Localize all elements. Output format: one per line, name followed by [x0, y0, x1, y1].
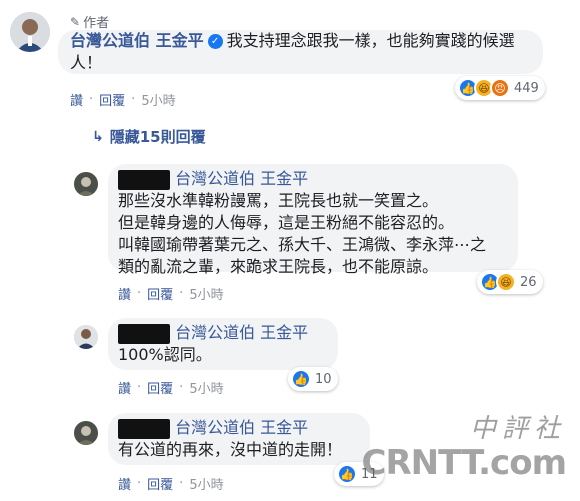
reply-reactions[interactable]: 👍 😆 26	[477, 270, 543, 294]
like-link[interactable]: 讚	[118, 378, 131, 397]
like-link[interactable]: 讚	[70, 90, 83, 109]
angry-icon: 😠	[490, 78, 510, 98]
redacted-name	[118, 418, 170, 439]
reply-link[interactable]: 回覆	[147, 284, 173, 303]
reply-line: 100%認同。	[118, 345, 212, 364]
redacted-name	[118, 323, 170, 344]
top-comment-reactions[interactable]: 👍 😆 😠 449	[455, 76, 545, 100]
reply-line: 但是韓身邊的人侮辱，這是王粉絕不能容忍的。	[118, 213, 455, 232]
author-tag: ✎ 作者	[70, 12, 110, 32]
reply-avatar[interactable]	[74, 421, 98, 445]
watermark: 中評社 CRNTT.com	[361, 408, 567, 483]
timestamp[interactable]: 5小時	[189, 378, 223, 397]
hide-replies-toggle[interactable]: ↳ 隱藏15則回覆	[92, 126, 206, 147]
reaction-count: 449	[514, 80, 539, 96]
mentioned-page-link[interactable]: 台灣公道伯 王金平	[175, 418, 308, 437]
reply-text: 台灣公道伯 王金平 那些沒水準韓粉謾罵，王院長也就一笑置之。 但是韓身邊的人侮辱…	[118, 168, 514, 278]
reply-avatar[interactable]	[74, 172, 98, 196]
reply-text: 台灣公道伯 王金平 100%認同。	[118, 322, 334, 366]
watermark-latin: CRNTT.com	[361, 443, 567, 483]
reply-actions: 讚 · 回覆 · 5小時	[118, 474, 224, 493]
reply-avatar[interactable]	[74, 325, 98, 349]
pencil-icon: ✎	[70, 14, 81, 29]
reaction-count: 10	[315, 371, 332, 387]
author-avatar[interactable]	[10, 12, 50, 52]
reply-line: 那些沒水準韓粉謾罵，王院長也就一笑置之。	[118, 191, 439, 210]
watermark-chinese: 中評社	[469, 414, 566, 444]
timestamp[interactable]: 5小時	[189, 284, 223, 303]
reply-link[interactable]: 回覆	[99, 90, 125, 109]
reply-actions: 讚 · 回覆 · 5小時	[118, 284, 224, 303]
reply-line: 有公道的再來，沒中道的走開！	[118, 440, 343, 459]
verified-badge-icon: ✓	[207, 34, 223, 49]
timestamp[interactable]: 5小時	[189, 474, 223, 493]
mentioned-page-link[interactable]: 台灣公道伯 王金平	[175, 323, 308, 342]
reply-link[interactable]: 回覆	[147, 474, 173, 493]
like-link[interactable]: 讚	[118, 284, 131, 303]
reply-actions: 讚 · 回覆 · 5小時	[118, 378, 224, 397]
author-tag-label: 作者	[83, 16, 110, 31]
like-icon: 👍	[337, 464, 357, 484]
timestamp[interactable]: 5小時	[141, 90, 175, 109]
author-name-link[interactable]: 台灣公道伯 王金平	[70, 31, 204, 50]
reply-reactions[interactable]: 👍 10	[288, 367, 338, 391]
reply-line: 叫韓國瑜帶著葉元之、孫大千、王鴻微、李永萍⋯之	[118, 235, 487, 254]
reply-text: 台灣公道伯 王金平 有公道的再來，沒中道的走開！	[118, 417, 366, 461]
reply-link[interactable]: 回覆	[147, 378, 173, 397]
reaction-count: 26	[520, 274, 537, 290]
top-comment-actions: 讚 · 回覆 · 5小時	[70, 90, 176, 109]
like-link[interactable]: 讚	[118, 474, 131, 493]
redacted-name	[118, 169, 170, 190]
reply-arrow-icon: ↳	[92, 128, 104, 145]
mentioned-page-link[interactable]: 台灣公道伯 王金平	[175, 169, 308, 188]
top-comment-text: 台灣公道伯 王金平 ✓ 我支持理念跟我一樣，也能夠實踐的候選人！	[70, 30, 540, 74]
hide-replies-label: 隱藏15則回覆	[109, 128, 206, 146]
reply-line: 類的亂流之輩，來跪求王院長，也不能原諒。	[118, 257, 439, 276]
haha-icon: 😆	[496, 272, 516, 292]
like-icon: 👍	[291, 369, 311, 389]
